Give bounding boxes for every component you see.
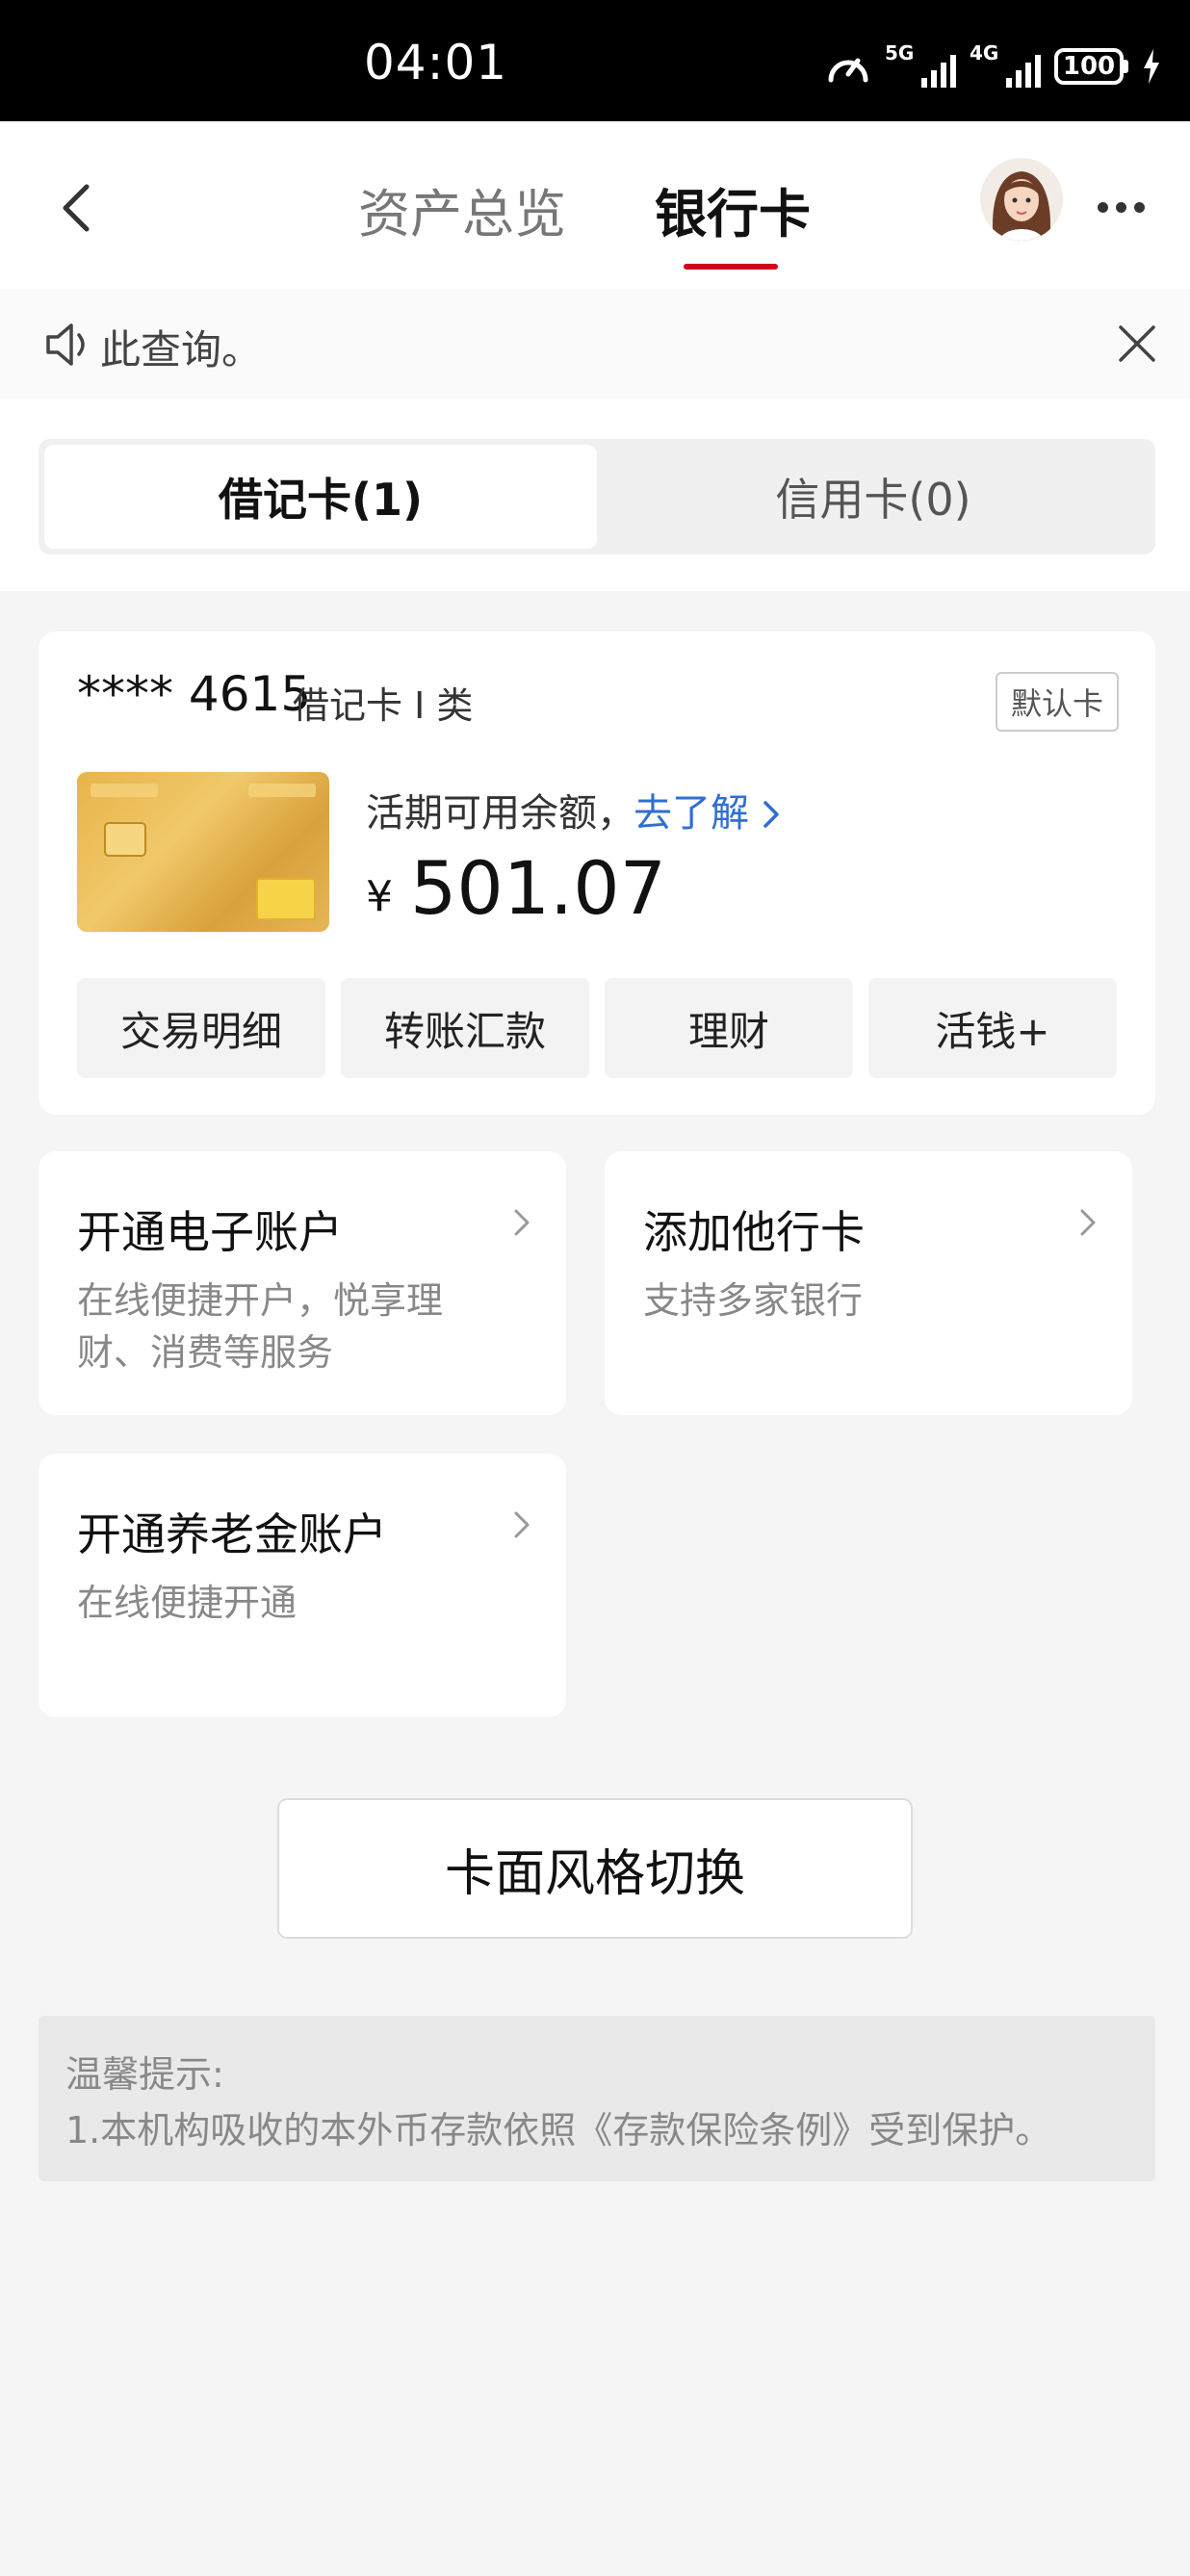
card-image[interactable] bbox=[77, 772, 329, 932]
top-nav: 资产总览 银行卡 bbox=[0, 121, 1190, 289]
speed-icon bbox=[828, 58, 868, 83]
battery-level: 100 bbox=[1054, 48, 1124, 85]
tab-assets-overview[interactable]: 资产总览 bbox=[358, 171, 566, 247]
signal-4g-icon: 4G bbox=[970, 41, 1041, 88]
back-arrow-icon[interactable] bbox=[50, 179, 108, 237]
tab-bank-card[interactable]: 银行卡 bbox=[655, 171, 811, 247]
tile-subtitle: 支持多家银行 bbox=[643, 1279, 864, 1322]
balance-amount: 501.07 bbox=[410, 845, 666, 931]
unionpay-logo-icon bbox=[256, 878, 316, 920]
default-card-badge: 默认卡 bbox=[995, 672, 1119, 732]
warm-tips: 温馨提示: 1.本机构吸收的本外币存款依照《存款保险条例》受到保护。 bbox=[39, 2016, 1155, 2181]
transfer-button[interactable]: 转账汇款 bbox=[341, 978, 589, 1078]
tile-title: 添加他行卡 bbox=[643, 1206, 865, 1258]
card-actions: 交易明细 转账汇款 理财 活钱+ bbox=[77, 978, 1117, 1078]
tile-title: 开通电子账户 bbox=[77, 1206, 343, 1258]
learn-more-link[interactable]: 去了解 bbox=[634, 782, 781, 837]
chevron-right-icon bbox=[514, 1209, 530, 1236]
add-other-bank-card-tile[interactable]: 添加他行卡 支持多家银行 bbox=[605, 1151, 1132, 1415]
open-pension-account-tile[interactable]: 开通养老金账户 在线便捷开通 bbox=[39, 1454, 566, 1717]
signal-5g-icon: 5G bbox=[885, 41, 956, 88]
close-icon[interactable] bbox=[1113, 320, 1161, 368]
chevron-right-icon bbox=[763, 801, 779, 828]
open-e-account-tile[interactable]: 开通电子账户 在线便捷开户，悦享理财、消费等服务 bbox=[39, 1151, 566, 1415]
tile-subtitle: 在线便捷开通 bbox=[77, 1582, 298, 1624]
card-type-switch: 借记卡(1) 信用卡(0) bbox=[39, 439, 1155, 554]
flexible-savings-button[interactable]: 活钱+ bbox=[868, 978, 1117, 1078]
more-icon[interactable] bbox=[1098, 193, 1146, 221]
notice-bar: 此查询。 bbox=[0, 289, 1190, 399]
chevron-right-icon bbox=[514, 1511, 530, 1538]
status-bar: 04:01 5G 4G 100 bbox=[0, 0, 1190, 121]
chevron-right-icon bbox=[1080, 1209, 1096, 1236]
tab-debit-card[interactable]: 借记卡(1) bbox=[44, 445, 597, 549]
card-type-section: 借记卡(1) 信用卡(0) bbox=[0, 399, 1190, 591]
status-time: 04:01 bbox=[364, 35, 508, 90]
learn-more-label: 去了解 bbox=[634, 791, 749, 836]
transaction-details-button[interactable]: 交易明细 bbox=[77, 978, 325, 1078]
notice-text: 此查询。 bbox=[100, 326, 263, 374]
chip-icon bbox=[104, 822, 146, 857]
active-tab-indicator bbox=[684, 264, 778, 270]
tab-credit-card[interactable]: 信用卡(0) bbox=[597, 445, 1150, 549]
charging-icon bbox=[1144, 49, 1159, 84]
speaker-icon bbox=[46, 323, 85, 366]
tile-title: 开通养老金账户 bbox=[77, 1508, 387, 1560]
card-type-label: 借记卡 I 类 bbox=[293, 684, 474, 727]
tile-subtitle: 在线便捷开户，悦享理财、消费等服务 bbox=[77, 1279, 444, 1374]
currency-symbol: ¥ bbox=[366, 872, 393, 921]
wealth-management-button[interactable]: 理财 bbox=[605, 978, 853, 1078]
balance-label: 活期可用余额， bbox=[366, 791, 635, 836]
battery-icon: 100 bbox=[1054, 48, 1128, 85]
status-icons: 5G 4G 100 bbox=[825, 41, 1161, 90]
card-style-switch-button[interactable]: 卡面风格切换 bbox=[277, 1798, 913, 1939]
card-number: **** 4615 bbox=[77, 666, 312, 722]
tips-title: 温馨提示: bbox=[65, 2053, 224, 2096]
debit-card-panel: **** 4615 借记卡 I 类 默认卡 活期可用余额， 去了解 ¥ 501.… bbox=[39, 631, 1155, 1115]
avatar[interactable] bbox=[980, 158, 1063, 241]
tips-line-1: 1.本机构吸收的本外币存款依照《存款保险条例》受到保护。 bbox=[65, 2109, 1052, 2151]
